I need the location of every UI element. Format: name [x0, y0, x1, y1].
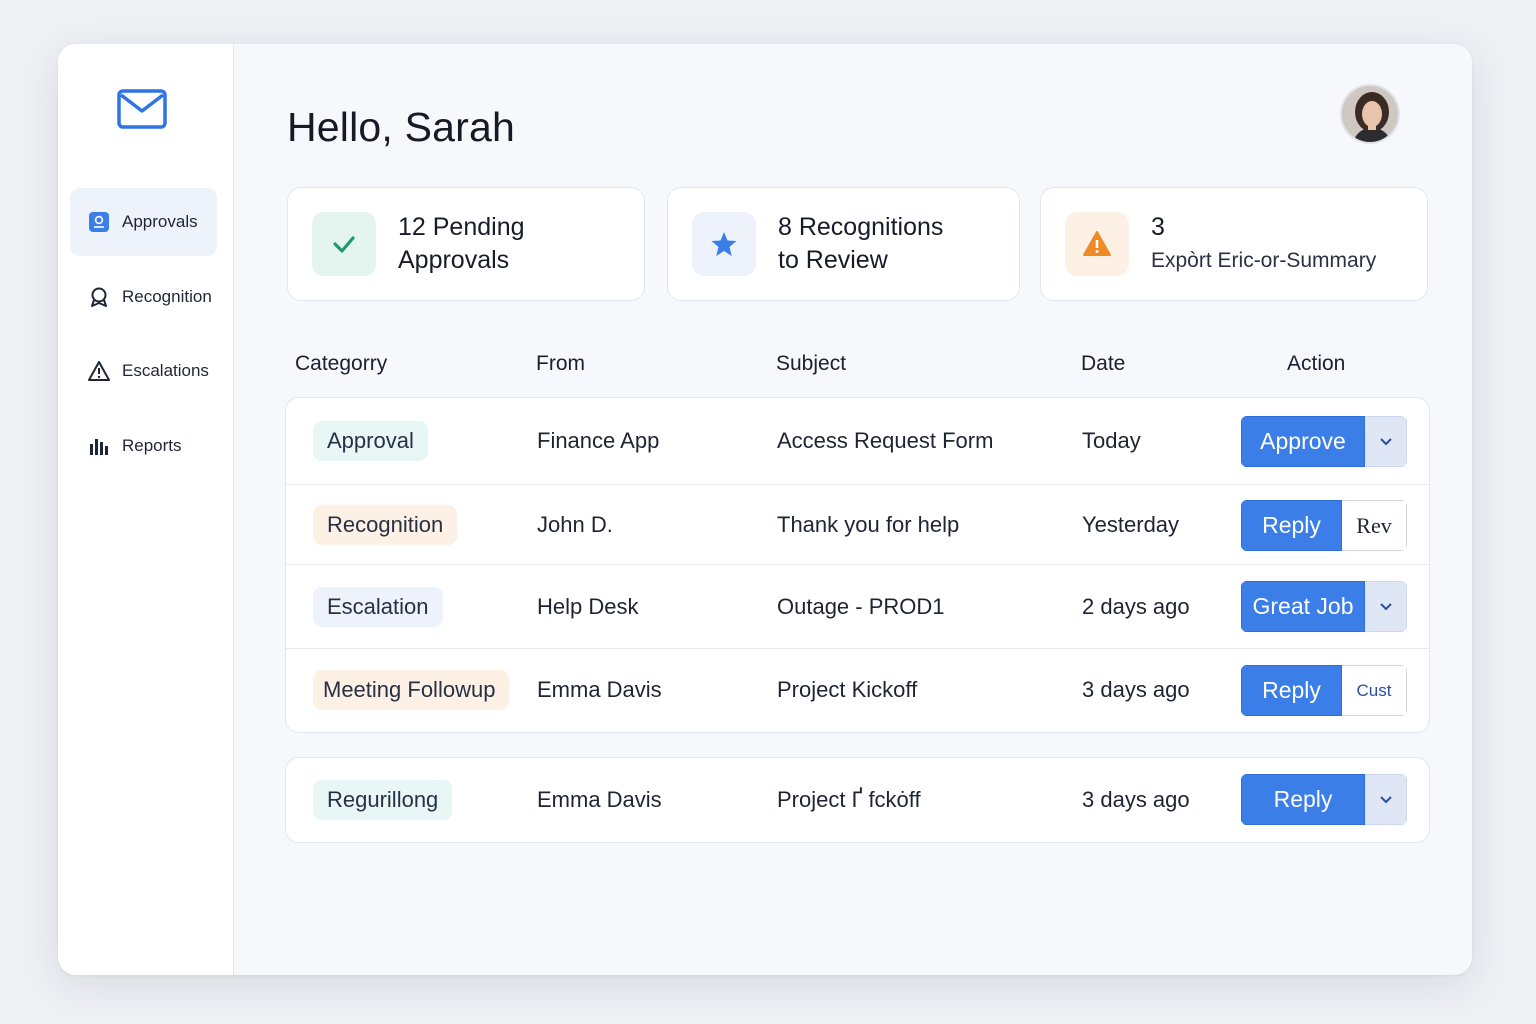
- card-subtitle: Approvals: [398, 246, 510, 274]
- table-header: Categorry From Subject Date Action: [234, 352, 1472, 382]
- messages-table: Approval Finance App Access Request Form…: [285, 397, 1430, 733]
- sidebar-item-label: Escalations: [122, 361, 209, 380]
- recognition-icon: [88, 286, 110, 308]
- sidebar-item-label: Approvals: [122, 212, 198, 231]
- main-content: Hello, Sarah 12 Pending Approvals 8 Reco…: [234, 44, 1472, 975]
- warning-icon: [88, 360, 110, 382]
- date-cell: 3 days ago: [1082, 677, 1190, 702]
- reply-button[interactable]: Reply: [1241, 500, 1342, 551]
- card-title: 12 Pending: [398, 213, 525, 241]
- category-badge: Meeting Followup: [313, 670, 509, 710]
- warning-icon: [1065, 212, 1129, 276]
- approve-button[interactable]: Approve: [1241, 416, 1365, 467]
- table-row[interactable]: Meeting Followup Emma Davis Project Kick…: [286, 649, 1429, 732]
- action-group: Great Job: [1241, 581, 1407, 632]
- sidebar-item-label: Reports: [122, 436, 182, 455]
- sidebar-item-escalations[interactable]: Escalations: [70, 337, 217, 405]
- subject-cell: Project Kickoff: [777, 677, 918, 702]
- date-cell: 2 days ago: [1082, 594, 1190, 619]
- summary-card-approvals[interactable]: 12 Pending Approvals: [287, 187, 645, 301]
- customize-button[interactable]: Cust: [1342, 665, 1407, 716]
- mail-logo-icon[interactable]: [117, 89, 167, 129]
- summary-card-recognitions[interactable]: 8 Recognitions to Review: [667, 187, 1020, 301]
- column-header-subject[interactable]: Subject: [776, 352, 846, 376]
- from-cell: Emma Davis: [537, 787, 662, 812]
- sidebar-item-reports[interactable]: Reports: [70, 412, 217, 480]
- summary-card-escalations[interactable]: 3 Expòrt Eric-or-Summary: [1040, 187, 1428, 301]
- column-header-category[interactable]: Categorry: [295, 352, 387, 376]
- from-cell: Finance App: [537, 428, 660, 453]
- action-group: Approve: [1241, 416, 1407, 467]
- category-badge: Recognition: [313, 505, 458, 545]
- sidebar-item-recognition[interactable]: Recognition: [70, 263, 217, 331]
- column-header-date[interactable]: Date: [1081, 352, 1125, 376]
- table-row[interactable]: Regurillong Emma Davis Project Ґ fckȯff …: [286, 758, 1429, 842]
- app-window: Approvals Recognition Escalations Report…: [58, 44, 1472, 975]
- subject-cell: Outage - PROD1: [777, 594, 945, 619]
- reply-button[interactable]: Reply: [1241, 665, 1342, 716]
- subject-cell: Thank you for help: [777, 512, 960, 537]
- action-group: Reply Rev: [1241, 500, 1407, 551]
- great-job-button[interactable]: Great Job: [1241, 581, 1365, 632]
- subject-cell: Project Ґ fckȯff: [777, 787, 921, 812]
- check-icon: [312, 212, 376, 276]
- card-subtitle: to Review: [778, 246, 888, 274]
- subject-cell: Access Request Form: [777, 428, 994, 453]
- messages-table-extra: Regurillong Emma Davis Project Ґ fckȯff …: [285, 757, 1430, 843]
- from-cell: John D.: [537, 512, 613, 537]
- card-title: 3: [1151, 213, 1165, 241]
- approvals-icon: [88, 211, 110, 233]
- card-title: 8 Recognitions: [778, 213, 944, 241]
- avatar[interactable]: [1340, 84, 1400, 144]
- column-header-from[interactable]: From: [536, 352, 585, 376]
- from-cell: Emma Davis: [537, 677, 662, 702]
- chevron-down-icon[interactable]: [1365, 581, 1407, 632]
- action-group: Reply: [1241, 774, 1407, 825]
- sidebar-item-approvals[interactable]: Approvals: [70, 188, 217, 256]
- action-group: Reply Cust: [1241, 665, 1407, 716]
- table-row[interactable]: Escalation Help Desk Outage - PROD1 2 da…: [286, 565, 1429, 649]
- page-title: Hello, Sarah: [287, 104, 516, 150]
- category-badge: Regurillong: [313, 780, 453, 820]
- date-cell: 3 days ago: [1082, 787, 1190, 812]
- date-cell: Yesterday: [1082, 512, 1180, 537]
- table-row[interactable]: Recognition John D. Thank you for help Y…: [286, 485, 1429, 565]
- chevron-down-icon[interactable]: [1365, 774, 1407, 825]
- reply-button[interactable]: Reply: [1241, 774, 1365, 825]
- card-subtitle: Expòrt Eric-or-Summary: [1151, 249, 1377, 272]
- chevron-down-icon[interactable]: [1365, 416, 1407, 467]
- star-icon: [692, 212, 756, 276]
- sidebar: Approvals Recognition Escalations Report…: [58, 44, 234, 975]
- date-cell: Today: [1082, 428, 1141, 453]
- from-cell: Help Desk: [537, 594, 639, 619]
- table-row[interactable]: Approval Finance App Access Request Form…: [286, 398, 1429, 485]
- sidebar-item-label: Recognition: [122, 287, 212, 306]
- review-button[interactable]: Rev: [1342, 500, 1407, 551]
- category-badge: Approval: [313, 421, 428, 461]
- category-badge: Escalation: [313, 587, 443, 627]
- column-header-action: Action: [1287, 352, 1346, 375]
- bar-chart-icon: [88, 435, 110, 457]
